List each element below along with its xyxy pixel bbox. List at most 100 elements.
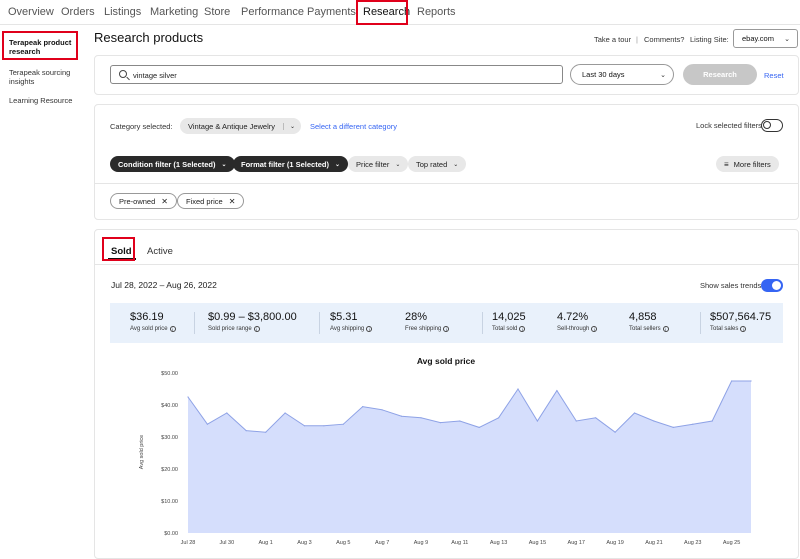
stat-label: Total sales i [710, 326, 771, 332]
sidebar-item-learning-resource[interactable]: Learning Resource [9, 96, 83, 105]
info-icon[interactable]: i [253, 326, 260, 332]
price-filter-chip[interactable]: Price filter ⌄ [348, 156, 409, 172]
info-icon[interactable]: i [591, 326, 598, 332]
top-rated-chip[interactable]: Top rated ⌄ [408, 156, 467, 172]
listing-site-select[interactable]: ebay.com ⌄ [733, 29, 798, 48]
stat-label-text: Sold price range [208, 326, 252, 332]
stat-label-text: Total sold [492, 326, 518, 332]
stat-avg-sold-price: $36.19 Avg sold price i [130, 311, 176, 332]
highlight-sidebar-item [2, 31, 78, 60]
stat-label: Avg sold price i [130, 326, 176, 332]
select-category-link[interactable]: Select a different category [310, 122, 397, 131]
stat-separator [319, 312, 320, 334]
stat-free-shipping: 28% Free shipping i [405, 311, 450, 332]
stat-total-sellers: 4,858 Total sellers i [629, 311, 669, 332]
info-icon[interactable]: i [443, 326, 450, 332]
price-filter-label: Price filter [356, 159, 390, 169]
format-filter-label: Format filter (1 Selected) [241, 159, 329, 169]
info-icon[interactable]: i [519, 326, 526, 332]
info-icon[interactable]: i [662, 326, 669, 332]
date-range-value: Last 30 days [582, 70, 625, 79]
chevron-down-icon: ⌄ [784, 35, 790, 43]
tab-overview[interactable]: Overview [8, 6, 54, 18]
tab-active[interactable]: Active [147, 246, 173, 257]
divider [94, 264, 799, 265]
toggle-knob [772, 281, 781, 290]
tab-marketing[interactable]: Marketing [150, 6, 198, 18]
info-icon[interactable]: i [740, 326, 747, 332]
close-icon[interactable]: ✕ [229, 197, 236, 206]
stat-label: Sold price range i [208, 326, 297, 332]
stat-total-sales: $507,564.75 Total sales i [710, 311, 771, 332]
sales-trends-toggle[interactable] [761, 279, 783, 292]
close-icon[interactable]: ✕ [161, 197, 168, 206]
stat-sell-through: 4.72% Sell-through i [557, 311, 598, 332]
stat-separator [194, 312, 195, 334]
comments-link[interactable]: Comments? [644, 35, 684, 44]
info-icon[interactable]: i [366, 326, 373, 332]
date-range-select[interactable]: Last 30 days ⌄ [570, 64, 674, 85]
tab-performance[interactable]: Performance [241, 6, 304, 18]
page-title: Research products [94, 30, 204, 45]
lock-filters-toggle[interactable] [761, 119, 783, 132]
condition-filter-label: Condition filter (1 Selected) [118, 159, 216, 169]
format-filter-chip[interactable]: Format filter (1 Selected) ⌄ [233, 156, 348, 172]
take-tour-link[interactable]: Take a tour [594, 35, 631, 44]
divider [94, 183, 799, 184]
stat-label-text: Avg sold price [130, 326, 168, 332]
applied-filter-chip[interactable]: Fixed price ✕ [177, 193, 245, 209]
tab-store[interactable]: Store [204, 6, 230, 18]
tab-orders[interactable]: Orders [61, 6, 95, 18]
stat-value: 14,025 [492, 311, 526, 323]
chevron-down-icon: ⌄ [283, 122, 295, 130]
info-icon[interactable]: i [169, 326, 176, 332]
search-query: vintage silver [133, 71, 177, 80]
tab-payments[interactable]: Payments [307, 6, 356, 18]
stat-label-text: Free shipping [405, 326, 442, 332]
listing-site-label: Listing Site: [690, 35, 729, 44]
stat-label-text: Total sales [710, 326, 739, 332]
sidebar-item-terapeak-sourcing-insights[interactable]: Terapeak sourcing insights [9, 68, 83, 86]
category-value: Vintage & Antique Jewelry [188, 121, 276, 131]
stats-bar: $36.19 Avg sold price i $0.99 – $3,800.00 S… [110, 303, 783, 343]
stat-separator [482, 312, 483, 334]
highlight-sold-tab [102, 237, 135, 261]
stat-value: $36.19 [130, 311, 164, 323]
stat-label: Total sold i [492, 326, 526, 332]
chevron-down-icon: ⌄ [334, 161, 340, 168]
category-chip[interactable]: Vintage & Antique Jewelry ⌄ [180, 118, 302, 134]
tab-listings[interactable]: Listings [104, 6, 141, 18]
highlight-research-tab [356, 0, 408, 25]
stat-value: 4.72% [557, 311, 589, 323]
listing-site-value: ebay.com [742, 34, 774, 43]
applied-filter-label: Pre-owned [119, 196, 156, 206]
chevron-down-icon: ⌄ [395, 161, 401, 168]
lock-filters-label: Lock selected filters [696, 121, 762, 130]
stat-label: Free shipping i [405, 326, 450, 332]
stat-label: Sell-through i [557, 326, 598, 332]
stat-label-text: Total sellers [629, 326, 661, 332]
stat-sold-price-range: $0.99 – $3,800.00 Sold price range i [208, 311, 297, 332]
top-rated-label: Top rated [416, 159, 448, 169]
stat-label: Avg shipping i [330, 326, 373, 332]
research-button[interactable]: Research [683, 64, 757, 85]
stat-total-sold: 14,025 Total sold i [492, 311, 526, 332]
reset-link[interactable]: Reset [764, 71, 784, 80]
stat-label: Total sellers i [629, 326, 669, 332]
tab-reports[interactable]: Reports [417, 6, 456, 18]
chevron-down-icon: ⌄ [660, 71, 666, 79]
separator: | [636, 35, 638, 44]
search-input[interactable]: vintage silver [110, 65, 563, 84]
more-filters-label: More filters [733, 159, 771, 169]
stat-avg-shipping: $5.31 Avg shipping i [330, 311, 373, 332]
applied-filter-label: Fixed price [186, 196, 223, 206]
applied-filter-chip[interactable]: Pre-owned ✕ [110, 193, 177, 209]
stat-label-text: Avg shipping [330, 326, 365, 332]
chevron-down-icon: ⌄ [453, 161, 459, 168]
condition-filter-chip[interactable]: Condition filter (1 Selected) ⌄ [110, 156, 235, 172]
results-panel [94, 229, 799, 559]
search-icon [119, 70, 127, 78]
results-date-range: Jul 28, 2022 – Aug 26, 2022 [111, 280, 217, 290]
more-filters-button[interactable]: ≡ More filters [716, 156, 779, 172]
stat-value: 4,858 [629, 311, 657, 323]
